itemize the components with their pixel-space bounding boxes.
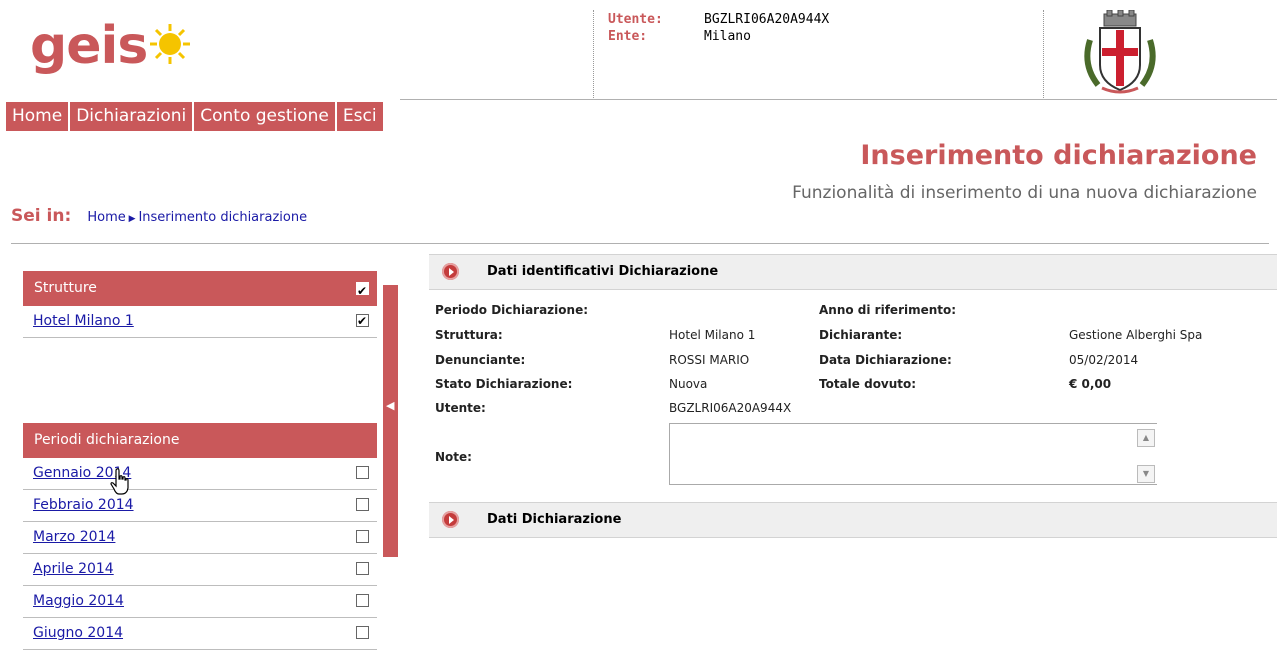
note-label: Note: — [435, 450, 472, 464]
header-rule — [400, 99, 1277, 100]
periodo-row: Febbraio 2014 — [23, 490, 377, 522]
collapse-panel-bar[interactable]: ◀ — [383, 285, 398, 557]
periodo-row: Marzo 2014 — [23, 522, 377, 554]
expand-circle-icon — [442, 263, 459, 280]
periodo-row: Maggio 2014 — [23, 586, 377, 618]
expand-circle-icon — [442, 511, 459, 528]
periodo-link[interactable]: Aprile 2014 — [33, 561, 114, 577]
periodi-header: Periodi dichiarazione — [23, 423, 377, 458]
utente-label: Utente: — [435, 401, 486, 415]
denunciante-value: ROSSI MARIO — [669, 353, 750, 367]
main-menu: Home Dichiarazioni Conto gestione Esci — [6, 102, 385, 131]
struttura-label: Struttura: — [435, 328, 503, 342]
page-title: Inserimento dichiarazione — [860, 140, 1257, 171]
dati-dichiarazione-title: Dati Dichiarazione — [487, 512, 622, 527]
title-rule — [11, 243, 1269, 244]
anno-label: Anno di riferimento: — [819, 303, 957, 317]
dati-dichiarazione-header[interactable]: Dati Dichiarazione — [429, 502, 1277, 538]
struttura-link[interactable]: Hotel Milano 1 — [33, 313, 134, 329]
header-divider-2 — [1043, 10, 1044, 98]
periodo-checkbox[interactable] — [356, 626, 369, 639]
struttura-checkbox[interactable] — [356, 306, 369, 337]
menu-esci[interactable]: Esci — [336, 102, 385, 131]
stato-value: Nuova — [669, 377, 708, 391]
denunciante-label: Denunciante: — [435, 353, 526, 367]
breadcrumb-arrow-icon: ▶ — [125, 214, 139, 224]
periodo-row: Giugno 2014 — [23, 618, 377, 650]
periodo-checkbox[interactable] — [356, 594, 369, 607]
periodo-checkbox[interactable] — [356, 562, 369, 575]
utente-value: BGZLRI06A20A944X — [669, 401, 792, 415]
dichiarante-label: Dichiarante: — [819, 328, 903, 342]
geis-logo: geis — [30, 8, 230, 88]
hand-cursor-icon — [110, 468, 129, 495]
periodi-title: Periodi dichiarazione — [34, 432, 180, 448]
data-label: Data Dichiarazione: — [819, 353, 952, 367]
periodo-link[interactable]: Marzo 2014 — [33, 529, 115, 545]
dati-identificativi-title: Dati identificativi Dichiarazione — [487, 264, 719, 279]
stato-label: Stato Dichiarazione: — [435, 377, 573, 391]
ente-label: Ente: — [608, 29, 648, 44]
collapse-arrow-icon: ◀ — [386, 399, 395, 412]
breadcrumb-home[interactable]: Home — [87, 210, 125, 225]
strutture-select-all-checkbox[interactable] — [356, 274, 369, 309]
logo-text: geis — [30, 16, 148, 76]
scroll-down-icon[interactable]: ▼ — [1137, 465, 1155, 483]
user-label: Utente: — [608, 12, 663, 27]
left-panel: Strutture Hotel Milano 1 Periodi dichiar… — [23, 271, 377, 650]
periodo-checkbox[interactable] — [356, 466, 369, 479]
dichiarante-value: Gestione Alberghi Spa — [1069, 328, 1203, 342]
menu-home[interactable]: Home — [6, 102, 71, 131]
strutture-title: Strutture — [34, 280, 97, 296]
menu-conto-gestione[interactable]: Conto gestione — [194, 102, 337, 131]
periodo-link[interactable]: Giugno 2014 — [33, 625, 123, 641]
totale-label: Totale dovuto: — [819, 377, 917, 391]
sun-icon — [150, 24, 190, 64]
periodo-link[interactable]: Febbraio 2014 — [33, 497, 134, 513]
scroll-up-icon[interactable]: ▲ — [1137, 429, 1155, 447]
totale-value: € 0,00 — [1069, 377, 1112, 391]
user-info: Utente: BGZLRI06A20A944X Ente: Milano — [608, 11, 829, 45]
milano-crest-icon — [1084, 10, 1156, 94]
breadcrumb: Sei in: Home ▶ Inserimento dichiarazione — [11, 206, 307, 226]
panel-spacer — [23, 338, 377, 423]
user-value: BGZLRI06A20A944X — [704, 12, 830, 27]
breadcrumb-current[interactable]: Inserimento dichiarazione — [138, 210, 307, 225]
dati-identificativi-header[interactable]: Dati identificativi Dichiarazione — [429, 254, 1277, 290]
periodo-label: Periodo Dichiarazione: — [435, 303, 588, 317]
periodo-checkbox[interactable] — [356, 498, 369, 511]
data-value: 05/02/2014 — [1069, 353, 1139, 367]
header-divider — [593, 10, 594, 98]
strutture-header: Strutture — [23, 271, 377, 309]
periodo-row: Aprile 2014 — [23, 554, 377, 586]
periodo-row: Gennaio 2014 — [23, 458, 377, 490]
periodo-link[interactable]: Maggio 2014 — [33, 593, 124, 609]
breadcrumb-label: Sei in: — [11, 206, 72, 226]
ente-value: Milano — [704, 29, 751, 44]
struttura-value: Hotel Milano 1 — [669, 328, 756, 342]
periodo-checkbox[interactable] — [356, 530, 369, 543]
note-textarea[interactable] — [669, 423, 1157, 485]
struttura-row: Hotel Milano 1 — [23, 306, 377, 338]
page-subtitle: Funzionalità di inserimento di una nuova… — [792, 183, 1257, 203]
menu-dichiarazioni[interactable]: Dichiarazioni — [70, 102, 195, 131]
